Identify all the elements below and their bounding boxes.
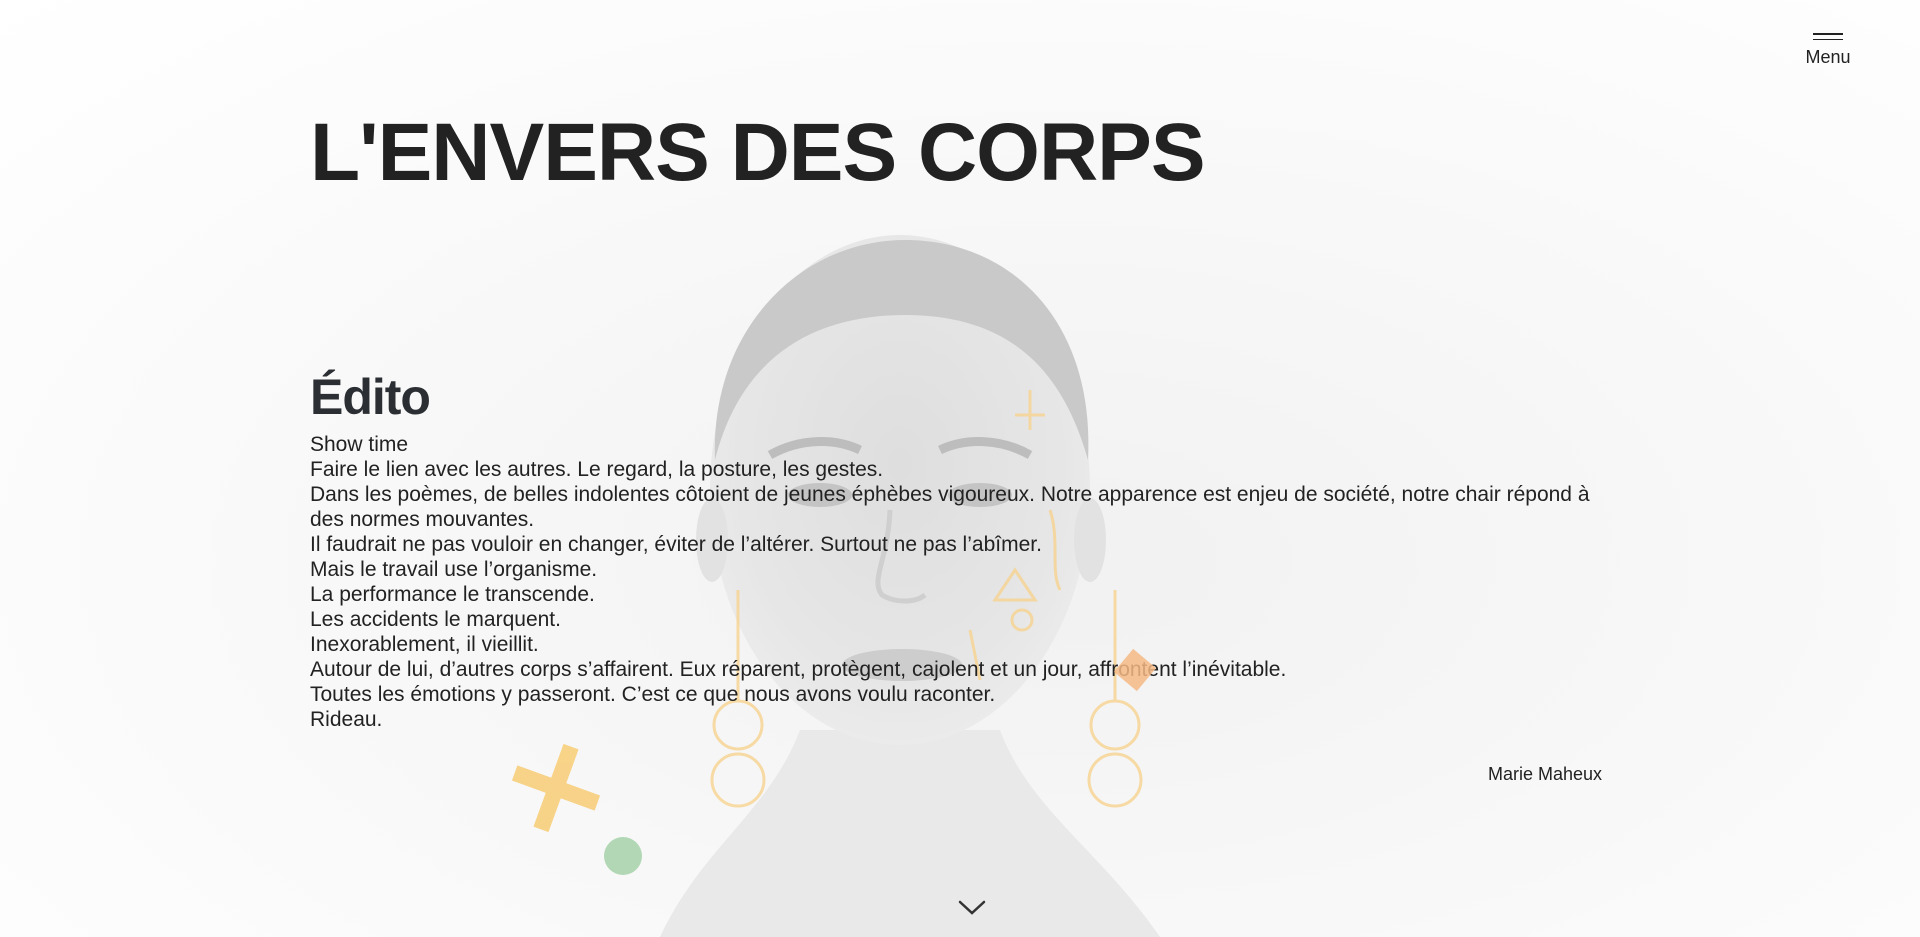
edito-line: Autour de lui, d’autres corps s’affairen… [310,658,1287,681]
edito-line: Inexorablement, il vieillit. [310,633,539,656]
decorative-cross-shape [511,743,601,833]
edito-signature: Marie Maheux [1488,764,1603,784]
chevron-down-icon[interactable] [955,897,989,917]
edito-text: Show time Faire le lien avec les autres.… [310,432,1610,732]
edito-line: Show time [310,433,409,456]
page: Menu L'ENVERS DES CORPS Édito Show time … [0,0,1920,937]
edito-line: La performance le transcende. [310,583,595,606]
hamburger-icon [1813,33,1843,41]
edito-line: Mais le travail use l’organisme. [310,558,598,581]
edito-line: Rideau. [310,708,383,731]
menu-button[interactable]: Menu [1798,33,1858,68]
menu-label: Menu [1805,47,1851,67]
edito-heading: Édito [310,369,431,425]
decorative-green-dot [604,837,642,875]
edito-line: Dans les poèmes, de belles indolentes cô… [310,483,1590,531]
edito-line: Il faudrait ne pas vouloir en changer, é… [310,533,1042,556]
edito-line: Toutes les émotions y passeront. C’est c… [310,683,996,706]
edito-line: Faire le lien avec les autres. Le regard… [310,458,884,481]
edito-line: Les accidents le marquent. [310,608,561,631]
page-title: L'ENVERS DES CORPS [310,107,1206,198]
edito-section: Édito Show time Faire le lien avec les a… [310,372,1610,732]
